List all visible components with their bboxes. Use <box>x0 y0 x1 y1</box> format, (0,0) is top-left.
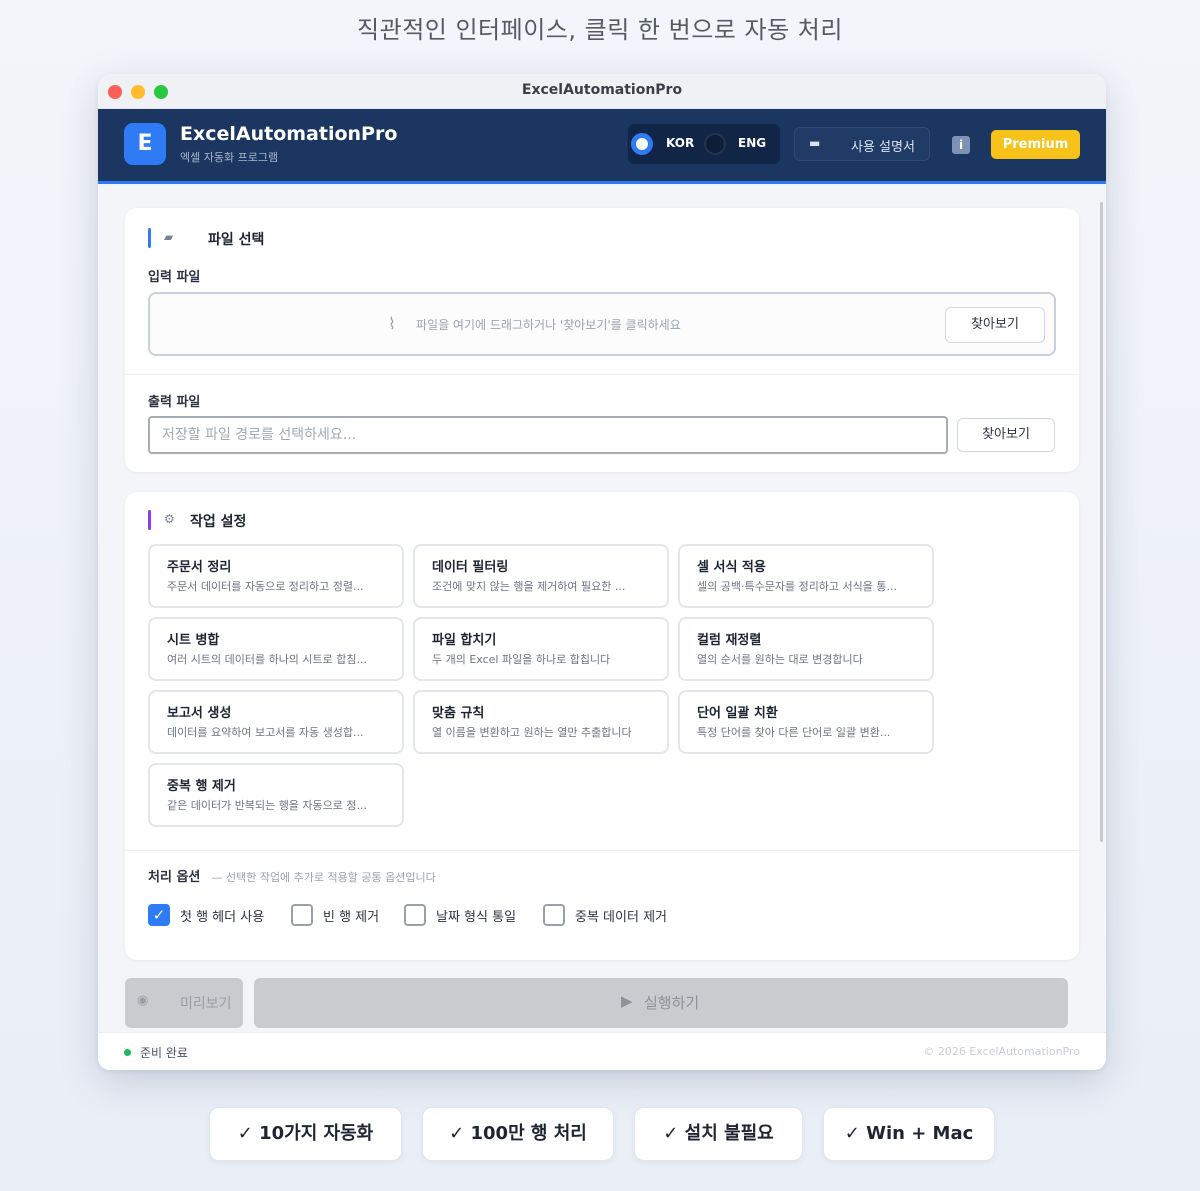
input-browse-button[interactable]: 찾아보기 <box>945 307 1045 343</box>
task-title: 셀 서식 적용 <box>697 560 766 575</box>
task-title: 데이터 필터링 <box>432 560 509 575</box>
window-title: ExcelAutomationPro <box>521 82 683 98</box>
window-titlebar: ExcelAutomationPro <box>98 74 1106 109</box>
task-section-title: 작업 설정 <box>190 514 247 530</box>
manual-button[interactable]: ▬ 사용 설명서 <box>794 127 930 161</box>
task-card[interactable]: 중복 행 제거 같은 데이터가 반복되는 행을 자동으로 정... <box>148 763 404 827</box>
task-title: 파일 합치기 <box>432 633 497 648</box>
option-label: 날짜 형식 통일 <box>436 910 517 925</box>
checkbox-box[interactable] <box>404 904 426 926</box>
task-title: 단어 일괄 치환 <box>697 706 778 721</box>
language-toggle: KOR ENG <box>628 124 780 164</box>
section-accent-bar <box>148 510 151 530</box>
file-section-title: 파일 선택 <box>208 232 265 248</box>
preview-button-label: 미리보기 <box>180 996 232 1012</box>
task-card[interactable]: 맞춤 규칙 열 이름을 변환하고 원하는 열만 추출합니다 <box>413 690 669 754</box>
output-path-input[interactable]: 저장할 파일 경로를 선택하세요... <box>148 416 948 454</box>
lang-kor-radio[interactable] <box>631 133 653 155</box>
task-description: 셀의 공백·특수문자를 정리하고 서식을 통... <box>697 580 898 593</box>
lang-kor-label[interactable]: KOR <box>666 136 694 150</box>
premium-button[interactable]: Premium <box>991 130 1080 159</box>
task-description: 주문서 데이터를 자동으로 정리하고 정렬... <box>167 580 364 593</box>
paperclip-icon: ⌇ <box>388 314 396 333</box>
app-subtitle: 엑셀 자동화 프로그램 <box>180 151 279 164</box>
checkbox-box[interactable] <box>543 904 565 926</box>
run-button[interactable]: ▶ 실행하기 <box>254 978 1068 1028</box>
dropzone-text: 파일을 여기에 드래그하거나 '찾아보기'를 클릭하세요 <box>416 318 681 332</box>
preview-button[interactable]: ◉ 미리보기 <box>125 978 243 1028</box>
task-description: 열 이름을 변환하고 원하는 열만 추출합니다 <box>432 726 632 739</box>
lang-eng-radio[interactable] <box>704 133 726 155</box>
app-logo: E <box>124 123 166 165</box>
folder-icon: ▰ <box>164 230 174 244</box>
task-card[interactable]: 주문서 정리 주문서 데이터를 자동으로 정리하고 정렬... <box>148 544 404 608</box>
feature-badge: ✓ 100만 행 처리 <box>422 1107 614 1161</box>
task-settings-card: ⚙ 작업 설정 주문서 정리 주문서 데이터를 자동으로 정리하고 정렬... … <box>125 492 1079 960</box>
task-card[interactable]: 시트 병합 여러 시트의 데이터를 하나의 시트로 합침... <box>148 617 404 681</box>
options-description: — 선택한 작업에 추가로 적용할 공통 옵션입니다 <box>211 871 436 884</box>
task-card[interactable]: 셀 서식 적용 셀의 공백·특수문자를 정리하고 서식을 통... <box>678 544 934 608</box>
output-file-label: 출력 파일 <box>148 395 201 410</box>
app-window: ExcelAutomationPro E ExcelAutomationPro … <box>98 74 1106 1070</box>
task-title: 컬럼 재정렬 <box>697 633 762 648</box>
option-label: 빈 행 제거 <box>323 910 380 925</box>
play-icon: ▶ <box>621 992 633 1010</box>
options-title: 처리 옵션 <box>148 870 201 885</box>
copyright-text: © 2026 ExcelAutomationPro <box>923 1045 1080 1058</box>
info-icon[interactable]: i <box>952 136 970 154</box>
feature-badge: ✓ 10가지 자동화 <box>209 1107 402 1161</box>
task-card[interactable]: 단어 일괄 치환 특정 단어를 찾아 다른 단어로 일괄 변환... <box>678 690 934 754</box>
task-title: 중복 행 제거 <box>167 779 236 794</box>
section-accent-bar <box>148 228 151 248</box>
task-title: 맞춤 규칙 <box>432 706 485 721</box>
option-label: 첫 행 헤더 사용 <box>180 910 265 925</box>
book-icon: ▬ <box>809 136 821 150</box>
task-description: 조건에 맞지 않는 행을 제거하여 필요한 ... <box>432 580 626 593</box>
file-selection-card: ▰ 파일 선택 입력 파일 ⌇ 파일을 여기에 드래그하거나 '찾아보기'를 클… <box>125 208 1079 472</box>
task-title: 보고서 생성 <box>167 706 232 721</box>
page-headline: 직관적인 인터페이스, 클릭 한 번으로 자동 처리 <box>357 16 843 44</box>
options-header: 처리 옵션 — 선택한 작업에 추가로 적용할 공통 옵션입니다 <box>148 866 436 885</box>
task-card[interactable]: 컬럼 재정렬 열의 순서를 원하는 대로 변경합니다 <box>678 617 934 681</box>
file-dropzone[interactable]: ⌇ 파일을 여기에 드래그하거나 '찾아보기'를 클릭하세요 찾아보기 <box>148 292 1056 356</box>
lang-eng-label[interactable]: ENG <box>738 136 766 150</box>
status-bar: 준비 완료 © 2026 ExcelAutomationPro <box>98 1032 1106 1070</box>
checkmark-icon[interactable]: ✓ <box>148 904 170 926</box>
task-description: 열의 순서를 원하는 대로 변경합니다 <box>697 653 863 666</box>
app-name: ExcelAutomationPro <box>180 123 398 145</box>
task-description: 데이터를 요약하여 보고서를 자동 생성합... <box>167 726 364 739</box>
app-header: E ExcelAutomationPro 엑셀 자동화 프로그램 KOR ENG… <box>98 109 1106 184</box>
task-title: 시트 병합 <box>167 633 220 648</box>
status-dot-icon <box>124 1049 131 1056</box>
gear-icon: ⚙ <box>164 512 175 526</box>
task-card[interactable]: 보고서 생성 데이터를 요약하여 보고서를 자동 생성합... <box>148 690 404 754</box>
run-button-label: 실행하기 <box>644 994 700 1012</box>
section-divider <box>125 374 1079 375</box>
option-label: 중복 데이터 제거 <box>575 910 667 925</box>
manual-button-label: 사용 설명서 <box>851 140 915 155</box>
task-card[interactable]: 파일 합치기 두 개의 Excel 파일을 하나로 합칩니다 <box>413 617 669 681</box>
scrollbar[interactable] <box>1100 202 1103 842</box>
task-description: 두 개의 Excel 파일을 하나로 합칩니다 <box>432 653 611 666</box>
output-browse-button[interactable]: 찾아보기 <box>957 418 1055 452</box>
status-text: 준비 완료 <box>140 1046 188 1060</box>
task-description: 여러 시트의 데이터를 하나의 시트로 합침... <box>167 653 368 666</box>
input-file-label: 입력 파일 <box>148 270 201 285</box>
task-title: 주문서 정리 <box>167 560 232 575</box>
section-divider <box>125 850 1079 851</box>
feature-badge: ✓ 설치 불필요 <box>634 1107 803 1161</box>
eye-icon: ◉ <box>137 993 149 1008</box>
checkbox-box[interactable] <box>291 904 313 926</box>
task-card[interactable]: 데이터 필터링 조건에 맞지 않는 행을 제거하여 필요한 ... <box>413 544 669 608</box>
feature-badge: ✓ Win + Mac <box>823 1107 995 1161</box>
task-description: 같은 데이터가 반복되는 행을 자동으로 정... <box>167 799 368 812</box>
task-description: 특정 단어를 찾아 다른 단어로 일괄 변환... <box>697 726 891 739</box>
